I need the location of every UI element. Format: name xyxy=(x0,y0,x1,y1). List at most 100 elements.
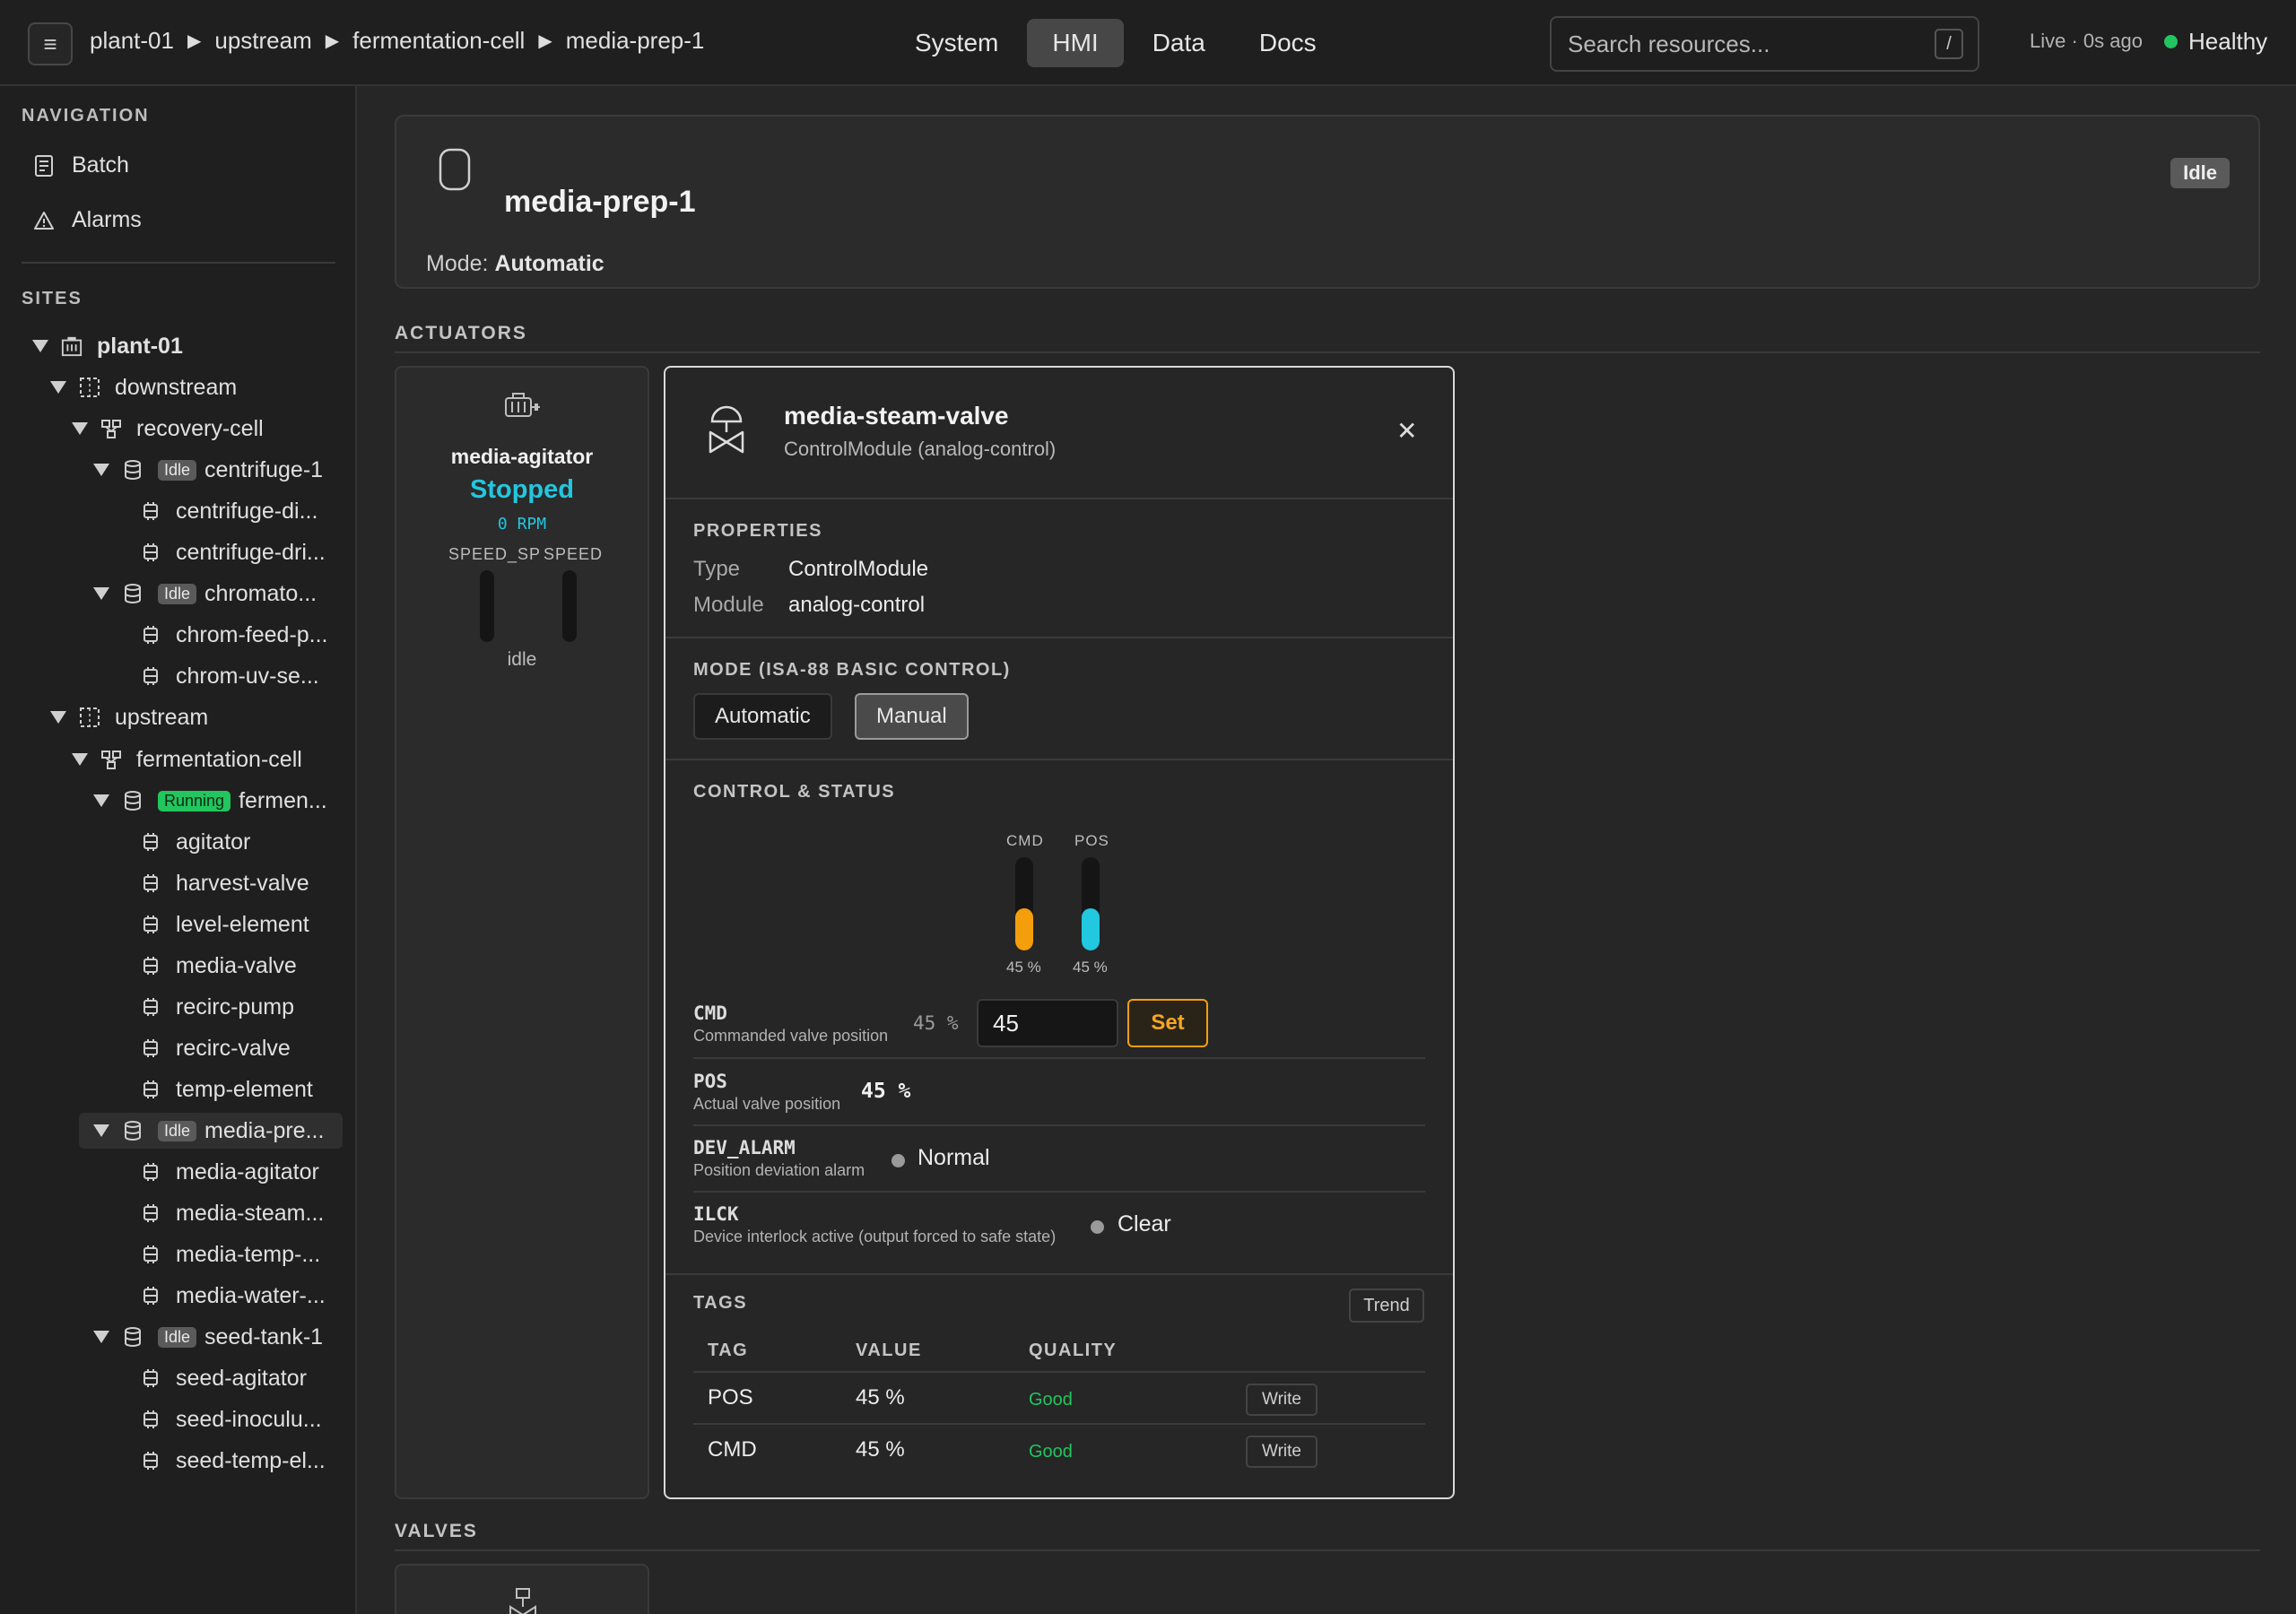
tree-node-cell[interactable]: recovery-cell xyxy=(72,411,264,447)
tree-node-module[interactable]: recirc-valve xyxy=(140,1030,291,1066)
expand-caret-icon[interactable] xyxy=(93,587,109,600)
tree-node-module[interactable]: temp-element xyxy=(140,1072,313,1107)
ilck-status-dot-icon xyxy=(1091,1220,1104,1234)
module-icon xyxy=(140,831,161,853)
breadcrumb-separator-icon: ▶ xyxy=(538,31,552,51)
tree-node-unit[interactable]: Idle chromato... xyxy=(93,576,317,612)
tree-node-module[interactable]: seed-inoculu... xyxy=(140,1401,322,1437)
tree-node-label: plant-01 xyxy=(97,333,183,359)
tree-node-unit[interactable]: Idle centrifuge-1 xyxy=(93,452,323,488)
nav-tab-data[interactable]: Data xyxy=(1127,19,1231,67)
tree-node-module[interactable]: media-agitator xyxy=(140,1154,319,1190)
tree-node-label: seed-agitator xyxy=(176,1365,307,1391)
tag-row-pos-tag: POS xyxy=(708,1385,753,1410)
vessel-icon xyxy=(438,147,472,198)
expand-caret-icon[interactable] xyxy=(93,794,109,807)
pos-gauge-fill xyxy=(1082,908,1100,950)
actuator-card-media-agitator[interactable]: media-agitator Stopped 0 RPM SPEED_SP SP… xyxy=(395,366,649,1499)
tree-node-module[interactable]: centrifuge-dri... xyxy=(140,534,326,570)
expand-caret-icon[interactable] xyxy=(72,422,88,435)
tree-node-unit[interactable]: Running fermen... xyxy=(93,783,327,819)
tree-node-module[interactable]: centrifuge-di... xyxy=(140,493,317,529)
tree-node-module[interactable]: chrom-feed-p... xyxy=(140,617,328,653)
expand-caret-icon[interactable] xyxy=(93,1124,109,1137)
cmd-key: CMD xyxy=(693,1002,727,1024)
control-valve-icon xyxy=(707,402,746,462)
tree-node-cell[interactable]: fermentation-cell xyxy=(72,742,302,777)
tag-row-cmd-quality: Good xyxy=(1029,1442,1073,1462)
status-badge: Idle xyxy=(158,1326,197,1348)
valves-heading: VALVES xyxy=(395,1521,2260,1551)
tags-column-quality: QUALITY xyxy=(1029,1341,1118,1360)
tree-node-label: downstream xyxy=(115,374,238,400)
tree-node-label: fermen... xyxy=(239,787,327,813)
menu-icon[interactable]: ≡ xyxy=(28,22,73,65)
breadcrumb-item-site[interactable]: plant-01 xyxy=(90,27,174,55)
expand-caret-icon[interactable] xyxy=(50,711,66,724)
tree-node-label: upstream xyxy=(115,704,209,730)
tree-node-module[interactable]: level-element xyxy=(140,907,309,942)
actuator-name: media-agitator xyxy=(450,445,594,468)
valve-card[interactable] xyxy=(395,1564,649,1614)
tree-node-module[interactable]: media-water-... xyxy=(140,1278,326,1314)
tree-node-label: level-element xyxy=(176,911,309,937)
search-input[interactable] xyxy=(1568,18,1926,70)
breadcrumb-separator-icon: ▶ xyxy=(325,31,340,51)
tree-node-label: media-temp-... xyxy=(176,1241,321,1267)
breadcrumb-item-area[interactable]: upstream xyxy=(214,27,311,55)
sidebar-item-batch[interactable]: Batch xyxy=(32,152,129,178)
tree-node-module[interactable]: agitator xyxy=(140,824,250,860)
tree-node-module[interactable]: seed-temp-el... xyxy=(140,1443,326,1479)
breadcrumb-item-unit[interactable]: media-prep-1 xyxy=(566,27,705,55)
tree-node-site[interactable]: plant-01 xyxy=(32,328,183,364)
health-status: Healthy xyxy=(2164,28,2267,56)
sidebar-item-label: Alarms xyxy=(72,207,142,232)
unit-header-card: media-prep-1 Mode: Automatic Idle xyxy=(395,115,2260,289)
tree-node-label: recirc-valve xyxy=(176,1035,291,1061)
breadcrumb-item-cell[interactable]: fermentation-cell xyxy=(352,27,525,55)
tree-node-unit[interactable]: Idle media-pre... xyxy=(79,1113,343,1149)
tree-node-unit[interactable]: Idle seed-tank-1 xyxy=(93,1319,323,1355)
status-badge: Idle xyxy=(158,583,197,604)
unit-mode: Mode: Automatic xyxy=(426,253,604,275)
tree-node-label: chrom-feed-p... xyxy=(176,621,328,647)
expand-caret-icon[interactable] xyxy=(93,464,109,476)
unit-icon xyxy=(122,459,144,481)
close-icon[interactable]: ✕ xyxy=(1396,416,1417,446)
status-badge: Idle xyxy=(2170,158,2230,188)
nav-tab-hmi[interactable]: HMI xyxy=(1027,19,1124,67)
nav-tab-system[interactable]: System xyxy=(890,19,1023,67)
mode-automatic-button[interactable]: Automatic xyxy=(693,693,832,740)
tree-node-module[interactable]: media-valve xyxy=(140,948,297,984)
status-badge: Idle xyxy=(158,459,197,481)
nav-tab-docs[interactable]: Docs xyxy=(1234,19,1342,67)
tag-row-cmd-write-button[interactable]: Write xyxy=(1246,1436,1318,1468)
tree-node-module[interactable]: chrom-uv-se... xyxy=(140,658,319,694)
cmd-input[interactable] xyxy=(977,999,1118,1047)
actuator-footer: idle xyxy=(507,649,537,670)
expand-caret-icon[interactable] xyxy=(50,381,66,394)
expand-caret-icon[interactable] xyxy=(32,340,48,352)
trend-button[interactable]: Trend xyxy=(1349,1289,1424,1323)
set-button[interactable]: Set xyxy=(1127,999,1208,1047)
tree-node-module[interactable]: media-steam... xyxy=(140,1195,324,1231)
module-icon xyxy=(140,1367,161,1389)
mode-manual-button[interactable]: Manual xyxy=(855,693,969,740)
expand-caret-icon[interactable] xyxy=(93,1331,109,1343)
tree-node-area[interactable]: downstream xyxy=(50,369,237,405)
tree-node-label: seed-temp-el... xyxy=(176,1447,326,1473)
unit-icon xyxy=(122,790,144,811)
module-icon xyxy=(140,500,161,522)
tree-node-module[interactable]: media-temp-... xyxy=(140,1237,320,1272)
sidebar-item-alarms[interactable]: Alarms xyxy=(32,207,142,233)
tree-node-module[interactable]: harvest-valve xyxy=(140,865,309,901)
tree-node-area[interactable]: upstream xyxy=(50,699,208,735)
panel-title: media-steam-valve xyxy=(784,402,1009,430)
tree-node-label: recirc-pump xyxy=(176,994,294,1020)
cmd-current-value: 45 % xyxy=(913,1012,959,1034)
tag-row-pos-write-button[interactable]: Write xyxy=(1246,1384,1318,1416)
expand-caret-icon[interactable] xyxy=(72,753,88,766)
tree-node-module[interactable]: recirc-pump xyxy=(140,989,294,1025)
tree-node-module[interactable]: seed-agitator xyxy=(140,1360,307,1396)
dev-alarm-status-dot-icon xyxy=(891,1154,905,1167)
